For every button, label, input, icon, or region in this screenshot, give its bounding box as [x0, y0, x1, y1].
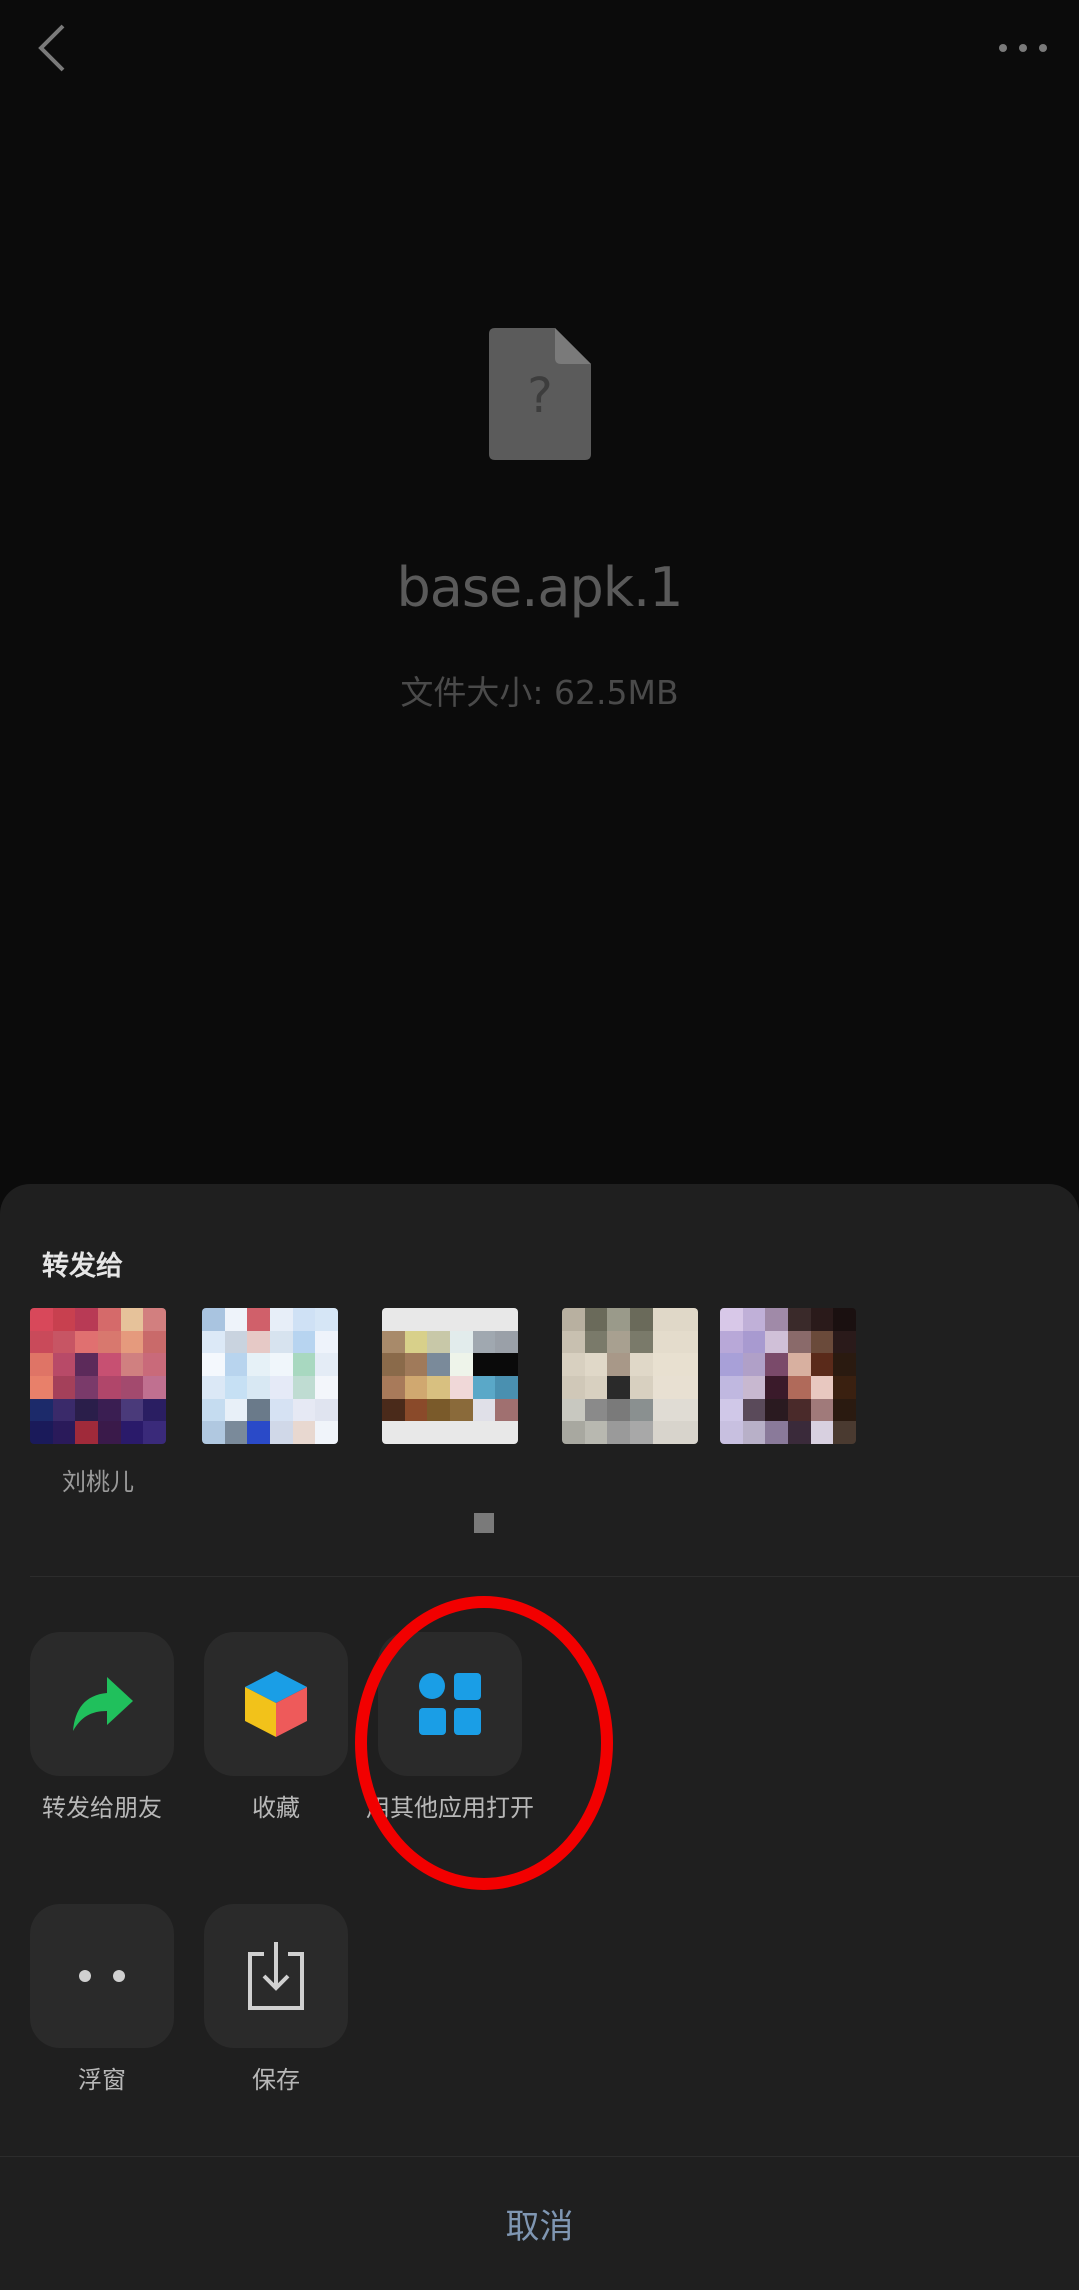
floating-window-tile[interactable] — [30, 1904, 174, 2048]
save-tile[interactable] — [204, 1904, 348, 2048]
forward-tile[interactable] — [30, 1632, 174, 1776]
avatar — [30, 1308, 166, 1444]
more-dots-icon — [999, 44, 1047, 52]
save-download-icon — [248, 1942, 304, 2010]
file-size: 文件大小: 62.5MB — [400, 673, 679, 712]
floating-window-icon — [79, 1970, 125, 1982]
save-button[interactable]: 保存 — [204, 1904, 348, 2096]
unknown-file-icon: ? — [489, 328, 591, 460]
page-indicator — [474, 1513, 494, 1533]
forward-arrow-icon — [73, 1677, 133, 1731]
svg-text:?: ? — [527, 368, 552, 424]
contact-item[interactable] — [382, 1308, 518, 1444]
favorite-label: 收藏 — [252, 1794, 300, 1822]
top-bar — [0, 0, 1079, 100]
divider — [30, 1576, 1079, 1577]
save-label: 保存 — [252, 2066, 300, 2094]
cancel-button[interactable]: 取消 — [0, 2156, 1079, 2290]
favorite-cube-icon — [245, 1671, 307, 1737]
contact-item[interactable] — [562, 1308, 698, 1444]
floating-window-button[interactable]: 浮窗 — [30, 1904, 174, 2096]
back-button[interactable] — [30, 20, 74, 76]
avatar — [202, 1308, 338, 1444]
more-button[interactable] — [991, 24, 1055, 72]
avatar — [562, 1308, 698, 1444]
file-name: base.apk.1 — [396, 556, 683, 619]
forward-to-friend-button[interactable]: 转发给朋友 — [30, 1632, 174, 1824]
avatar — [382, 1308, 518, 1444]
contact-item[interactable] — [202, 1308, 338, 1444]
favorite-tile[interactable] — [204, 1632, 348, 1776]
favorite-button[interactable]: 收藏 — [204, 1632, 348, 1824]
share-section-title: 转发给 — [42, 1251, 123, 1282]
forward-to-friend-label: 转发给朋友 — [42, 1794, 162, 1822]
chevron-left-icon — [38, 24, 65, 72]
contact-item[interactable]: 刘桃儿 — [30, 1308, 166, 1496]
highlight-circle-annotation — [355, 1596, 613, 1890]
avatar — [720, 1308, 856, 1444]
contact-item[interactable] — [720, 1308, 856, 1444]
floating-window-label: 浮窗 — [78, 2066, 126, 2094]
contact-name: 刘桃儿 — [62, 1468, 134, 1496]
cancel-label: 取消 — [505, 2207, 574, 2247]
